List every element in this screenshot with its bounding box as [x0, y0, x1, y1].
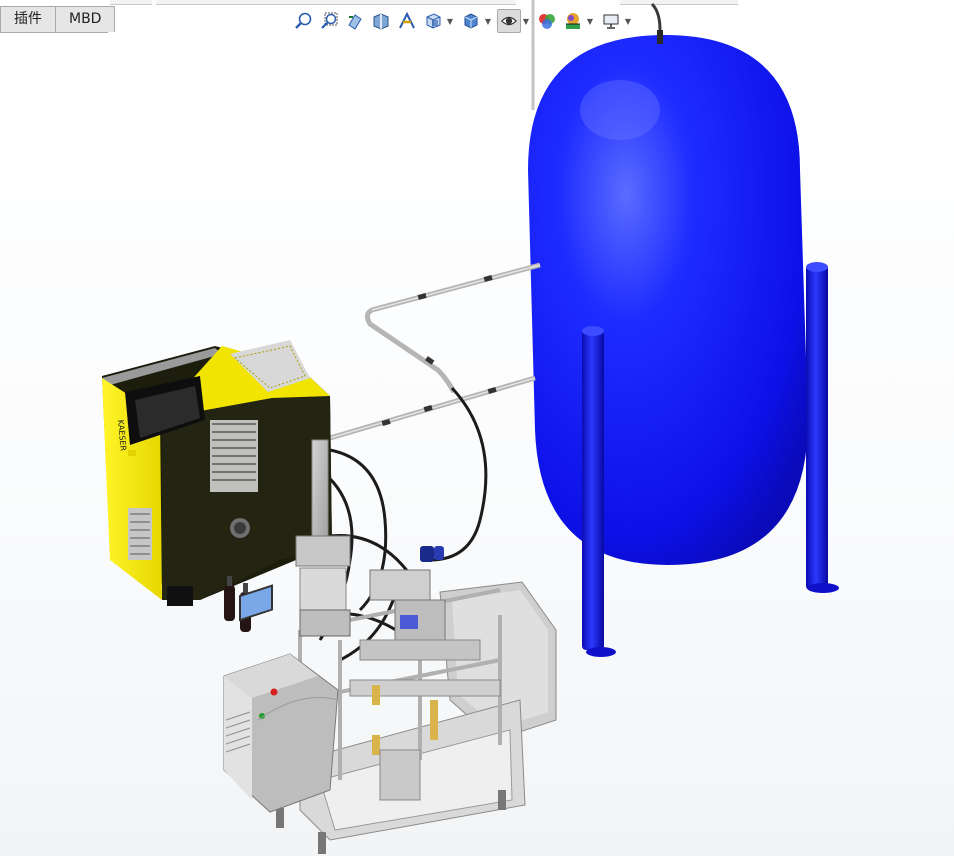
zoom-to-fit-icon[interactable]	[291, 9, 315, 33]
air-receiver-tank[interactable]	[528, 30, 808, 565]
display-style-icon[interactable]	[459, 9, 483, 33]
tank-leg-right[interactable]	[806, 262, 839, 593]
hide-show-items-icon[interactable]	[497, 9, 521, 33]
chevron-down-icon[interactable]: ▼	[484, 17, 492, 26]
view-settings-icon[interactable]	[599, 9, 623, 33]
air-pipe-lower[interactable]	[329, 375, 536, 441]
previous-view-icon[interactable]	[343, 9, 367, 33]
heads-up-view-toolbar: ▼ ▼ ▼ ▼ ▼	[290, 6, 636, 36]
zoom-to-area-icon[interactable]	[317, 9, 341, 33]
section-view-icon[interactable]	[369, 9, 393, 33]
air-pipe-upper[interactable]	[364, 262, 541, 394]
chevron-down-icon[interactable]: ▼	[446, 17, 454, 26]
edit-appearance-icon[interactable]	[535, 9, 559, 33]
dynamic-annotation-views-icon[interactable]	[395, 9, 419, 33]
view-orientation-icon[interactable]	[421, 9, 445, 33]
model-scene[interactable]: KAESER	[0, 0, 954, 856]
chevron-down-icon[interactable]: ▼	[586, 17, 594, 26]
graphics-area[interactable]: 插件 MBD KAESER ▼ ▼ ▼ ▼ ▼	[0, 0, 954, 856]
chevron-down-icon[interactable]: ▼	[522, 17, 530, 26]
apply-scene-icon[interactable]	[561, 9, 585, 33]
chevron-down-icon[interactable]: ▼	[624, 17, 632, 26]
